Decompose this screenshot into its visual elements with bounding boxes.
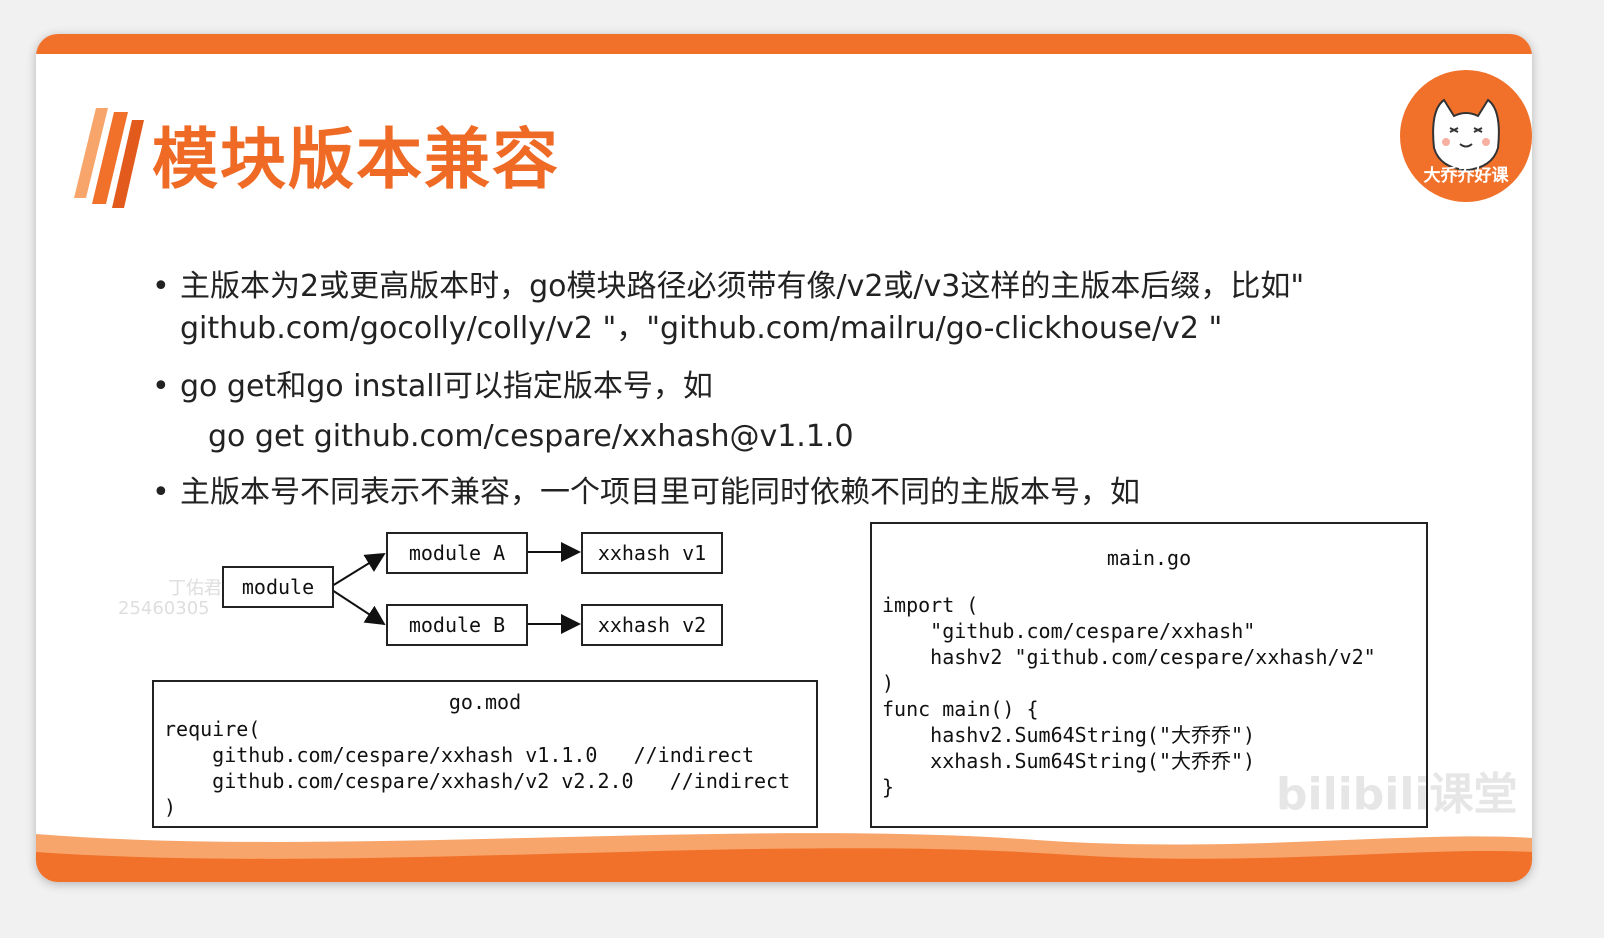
top-accent-bar [36, 34, 1532, 54]
bullet-item-2: • go get和go install可以指定版本号，如 [148, 366, 713, 408]
bullet-text-2: go get和go install可以指定版本号，如 [180, 369, 713, 404]
watermark-viewer-name: 丁佑君 [168, 578, 222, 599]
diagram-node-module: module [222, 566, 334, 608]
gomod-title: go.mod [448, 690, 522, 714]
diagram-node-module-a: module A [386, 532, 528, 574]
brand-logo: 大乔乔好课 [1400, 70, 1532, 202]
gomod-box: go.mod require( github.com/cespare/xxhas… [152, 680, 818, 828]
slide: 模块版本兼容 大乔乔好课 • 主版本为2或更高版本时，go模块路径必须带有像/v… [36, 34, 1532, 882]
maingo-title: main.go [1106, 546, 1192, 570]
bullet-item-3: • 主版本号不同表示不兼容，一个项目里可能同时依赖不同的主版本号，如 [148, 472, 1140, 514]
page-title: 模块版本兼容 [152, 121, 560, 198]
diagram-node-xxhash-v2: xxhash v2 [581, 604, 723, 646]
bottom-wave-decoration [36, 833, 1532, 882]
bullet-text-1: 主版本为2或更高版本时，go模块路径必须带有像/v2或/v3这样的主版本后缀，比… [180, 269, 1305, 346]
logo-text: 大乔乔好课 [1423, 166, 1509, 186]
gomod-code: require( github.com/cespare/xxhash v1.1.… [164, 717, 791, 819]
title-stripes-icon [74, 108, 144, 208]
bullet-text-3: 主版本号不同表示不兼容，一个项目里可能同时依赖不同的主版本号，如 [180, 475, 1140, 510]
bullet-dot: • [152, 369, 170, 404]
bullet-dot: • [152, 269, 170, 304]
bullet-item-1: • 主版本为2或更高版本时，go模块路径必须带有像/v2或/v3这样的主版本后缀… [148, 266, 1500, 350]
bullet-dot: • [152, 475, 170, 510]
bullet-2-example: go get github.com/cespare/xxhash@v1.1.0 [208, 419, 854, 454]
diagram-node-xxhash-v1: xxhash v1 [581, 532, 723, 574]
diagram-node-module-b: module B [386, 604, 528, 646]
watermark-viewer-id: 25460305 [118, 598, 210, 619]
